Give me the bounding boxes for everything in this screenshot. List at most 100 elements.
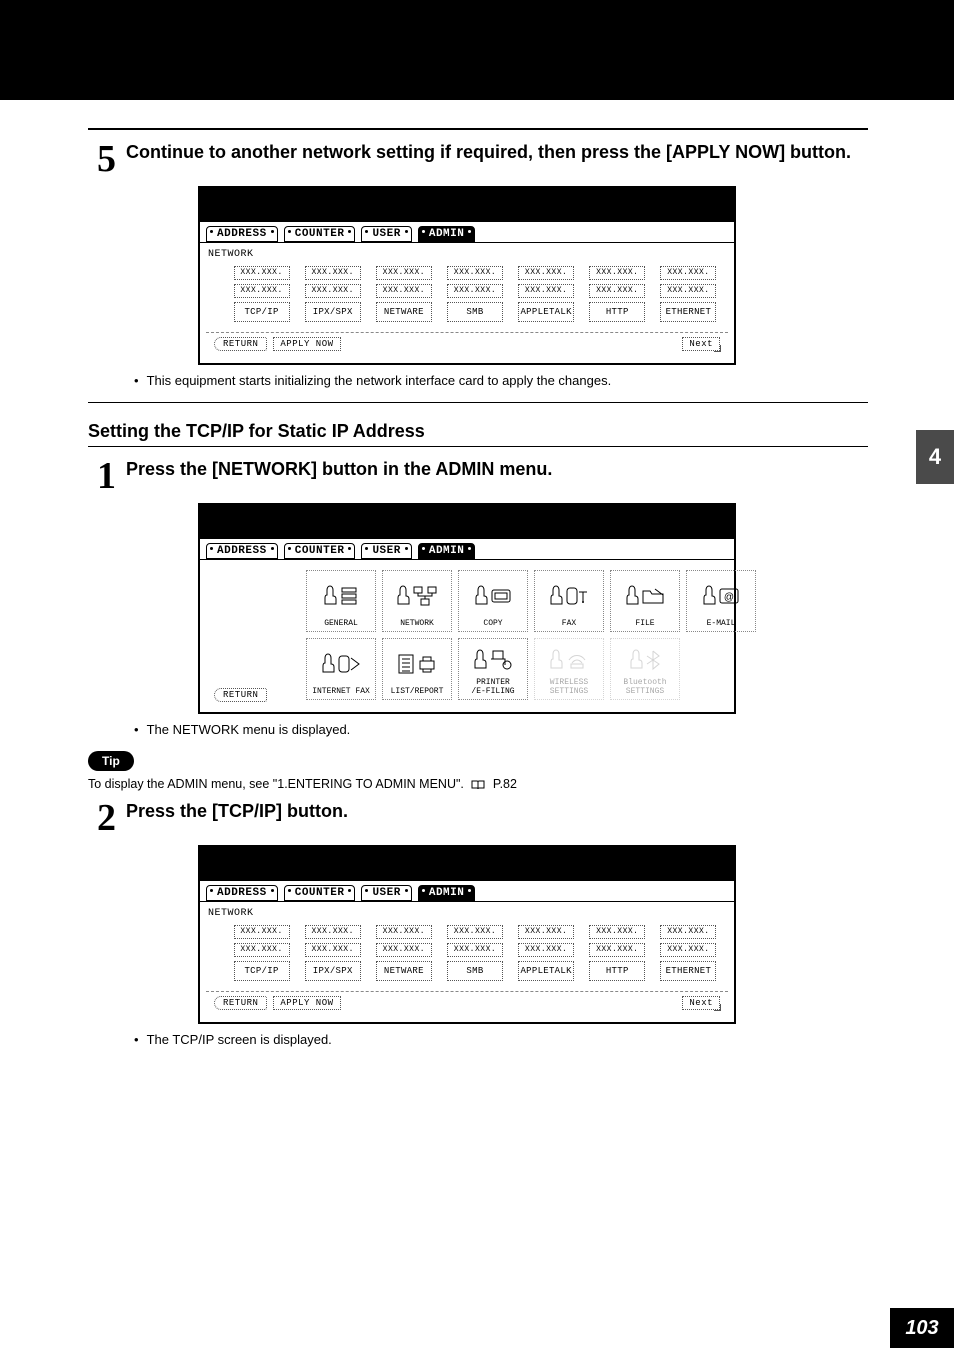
file-button[interactable]: FILE [610, 570, 680, 632]
tab-counter[interactable]: COUNTER [284, 543, 356, 559]
step-5-text: Continue to another network setting if r… [126, 140, 851, 164]
printer-efiling-button[interactable]: PRINTER /E-FILING [458, 638, 528, 700]
field: XXX.XXX. [305, 943, 361, 957]
apply-now-button[interactable]: APPLY NOW [273, 337, 340, 351]
field: XXX.XXX. [660, 284, 716, 298]
finger-icon [549, 585, 563, 607]
step-2-text: Press the [TCP/IP] button. [126, 799, 348, 823]
smb-button[interactable]: SMB [447, 302, 503, 322]
field: XXX.XXX. [376, 266, 432, 280]
screenshot-subtitle: NETWORK [206, 247, 728, 266]
ipxspx-button[interactable]: IPX/SPX [305, 302, 361, 322]
step-1-text: Press the [NETWORK] button in the ADMIN … [126, 457, 552, 481]
return-button[interactable]: RETURN [214, 688, 267, 702]
tab-user[interactable]: USER [361, 226, 411, 242]
network-button-grid: XXX.XXX. XXX.XXX. TCP/IP XXX.XXX. XXX.XXX. I… [206, 266, 728, 326]
field: XXX.XXX. [376, 284, 432, 298]
tab-user[interactable]: USER [361, 885, 411, 901]
tab-counter[interactable]: COUNTER [284, 226, 356, 242]
content-top-rule [88, 128, 868, 130]
apply-now-button[interactable]: APPLY NOW [273, 996, 340, 1010]
finger-icon [473, 649, 487, 671]
copy-icon [490, 586, 512, 606]
bluetooth-settings-button[interactable]: Bluetooth SETTINGS [610, 638, 680, 700]
next-button[interactable]: Next [682, 337, 720, 351]
step-2-number: 2 [88, 799, 116, 837]
step-5: 5 Continue to another network setting if… [88, 140, 868, 178]
return-button[interactable]: RETURN [214, 337, 267, 351]
tab-admin[interactable]: ADMIN [418, 226, 476, 242]
email-button[interactable]: @ E-MAIL [686, 570, 756, 632]
network-icon [412, 585, 438, 607]
finger-icon [625, 585, 639, 607]
finger-icon [474, 585, 488, 607]
field: XXX.XXX. [660, 925, 716, 939]
tcpip-button[interactable]: TCP/IP [234, 302, 290, 322]
general-button[interactable]: GENERAL [306, 570, 376, 632]
ethernet-button[interactable]: ETHERNET [660, 302, 716, 322]
tcpip-button[interactable]: TCP/IP [234, 961, 290, 981]
field: XXX.XXX. [589, 266, 645, 280]
fax-button[interactable]: FAX [534, 570, 604, 632]
svg-text:@: @ [724, 592, 734, 603]
wireless-settings-button[interactable]: WIRELESS SETTINGS [534, 638, 604, 700]
field: XXX.XXX. [518, 284, 574, 298]
field: XXX.XXX. [234, 284, 290, 298]
book-icon [471, 780, 485, 790]
field: XXX.XXX. [518, 943, 574, 957]
divider [88, 446, 868, 447]
tab-row: ADDRESS COUNTER USER ADMIN [200, 881, 734, 902]
http-button[interactable]: HTTP [589, 961, 645, 981]
smb-button[interactable]: SMB [447, 961, 503, 981]
finger-icon [396, 585, 410, 607]
step-5-note: This equipment starts initializing the n… [134, 373, 868, 388]
network-button[interactable]: NETWORK [382, 570, 452, 632]
stack-icon [339, 585, 359, 607]
field: XXX.XXX. [660, 943, 716, 957]
network-button-grid: XXX.XXX. XXX.XXX. TCP/IP XXX.XXX. XXX.XXX. I… [206, 925, 728, 985]
tip-label: Tip [88, 751, 134, 771]
tab-admin[interactable]: ADMIN [418, 885, 476, 901]
field: XXX.XXX. [447, 284, 503, 298]
field: XXX.XXX. [589, 943, 645, 957]
tab-admin[interactable]: ADMIN [418, 543, 476, 559]
ethernet-button[interactable]: ETHERNET [660, 961, 716, 981]
http-button[interactable]: HTTP [589, 302, 645, 322]
print-icon [417, 654, 437, 674]
netware-button[interactable]: NETWARE [376, 961, 432, 981]
list-report-button[interactable]: LIST/REPORT [382, 638, 452, 700]
tab-row: ADDRESS COUNTER USER ADMIN [200, 539, 734, 560]
next-button[interactable]: Next [682, 996, 720, 1010]
return-button[interactable]: RETURN [214, 996, 267, 1010]
field: XXX.XXX. [447, 943, 503, 957]
appletalk-button[interactable]: APPLETALK [518, 961, 574, 981]
folder-icon [641, 587, 665, 605]
tab-user[interactable]: USER [361, 543, 411, 559]
printer-icon [489, 649, 513, 671]
screenshot-network-1: ADDRESS COUNTER USER ADMIN NETWORK XXX.X… [198, 186, 736, 365]
tab-address[interactable]: ADDRESS [206, 226, 278, 242]
internet-fax-button[interactable]: INTERNET FAX [306, 638, 376, 700]
field: XXX.XXX. [234, 943, 290, 957]
chapter-side-tab: 4 [916, 430, 954, 484]
at-icon: @ [718, 587, 740, 605]
field: XXX.XXX. [305, 925, 361, 939]
field: XXX.XXX. [447, 925, 503, 939]
tab-address[interactable]: ADDRESS [206, 543, 278, 559]
ipxspx-button[interactable]: IPX/SPX [305, 961, 361, 981]
screenshot-subtitle: NETWORK [206, 906, 728, 925]
appletalk-button[interactable]: APPLETALK [518, 302, 574, 322]
tip-page-ref: P.82 [493, 777, 517, 791]
field: XXX.XXX. [447, 266, 503, 280]
top-black-bar [0, 0, 954, 100]
tab-address[interactable]: ADDRESS [206, 885, 278, 901]
netware-button[interactable]: NETWARE [376, 302, 432, 322]
copy-button[interactable]: COPY [458, 570, 528, 632]
finger-icon [321, 653, 335, 675]
field: XXX.XXX. [305, 284, 361, 298]
field: XXX.XXX. [589, 284, 645, 298]
field: XXX.XXX. [234, 266, 290, 280]
ifax-icon [337, 654, 361, 674]
tab-counter[interactable]: COUNTER [284, 885, 356, 901]
page-content: 5 Continue to another network setting if… [88, 128, 868, 1051]
